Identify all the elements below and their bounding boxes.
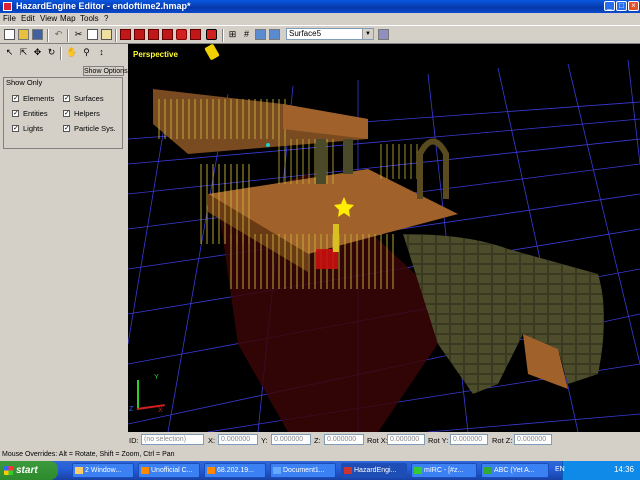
transform-bar: ID: (no selection) X: 0.000000 Y: 0.0000… [128,432,640,448]
chevron-down-icon[interactable]: ▼ [362,29,373,39]
elements-label: Elements [23,94,55,103]
save-icon[interactable] [32,29,43,40]
windows-flag-icon [4,466,13,475]
particle-sys-label: Particle Sys. [74,124,116,133]
select-arrow-icon[interactable]: ↖ [4,47,15,58]
entities-label: Entities [23,109,48,118]
left-tools: ↖ ⇱ ✥ ↻ ✋ ⚲ ↕ [0,44,128,62]
x-field[interactable]: 0.000000 [218,434,258,445]
undo-icon[interactable]: ↶ [53,29,64,40]
task-hazardengine[interactable]: HazardEngi... [341,463,407,478]
clock: 14:36 [613,465,634,474]
new-file-icon[interactable] [4,29,15,40]
rot-z-label: Rot Z: [492,436,513,445]
particle-sys-checkbox[interactable]: ✓ [63,125,70,132]
entities-checkbox[interactable]: ✓ [12,110,19,117]
move-icon[interactable]: ✥ [32,47,43,58]
menu-map[interactable]: Map [60,14,76,23]
window-title: HazardEngine Editor - endoftime2.hmap* [16,1,191,11]
brush-wedge-icon[interactable] [148,29,159,40]
id-field[interactable]: (no selection) [141,434,204,445]
copy-icon[interactable] [87,29,98,40]
viewport-label: Perspective [133,50,178,59]
perspective-viewport[interactable]: Y X Z [128,44,640,432]
zoom-icon[interactable]: ⚲ [81,47,92,58]
lights-label: Lights [23,124,44,133]
helpers-label: Helpers [74,109,100,118]
axis-x-label: X [158,407,163,414]
task-abc[interactable]: ABC (Yet A... [481,463,549,478]
task-windows[interactable]: 2 Window... [72,463,134,478]
elements-checkbox[interactable]: ✓ [12,95,19,102]
brush-box-icon[interactable] [120,29,131,40]
axis-y-label: Y [154,374,159,381]
rot-y-label: Rot Y: [428,436,449,445]
task-unofficial[interactable]: Unofficial C... [138,463,200,478]
app-icon [3,2,12,11]
axis-z-label: Z [129,406,134,413]
language-indicator[interactable]: EN [555,466,565,473]
task-ip[interactable]: 68.202.19... [204,463,266,478]
surface-select[interactable]: Surface5 ▼ [286,28,374,40]
menu-file[interactable]: File [3,14,16,23]
y-field[interactable]: 0.000000 [271,434,311,445]
menu-tools[interactable]: Tools [80,14,99,23]
show-options-button[interactable]: Show Options [83,66,128,76]
z-label: Z: [314,436,321,445]
fly-icon[interactable]: ↕ [96,47,107,58]
layers-icon[interactable] [269,29,280,40]
task-document[interactable]: Document1... [270,463,336,478]
rot-x-field[interactable]: 0.000000 [387,434,425,445]
z-field[interactable]: 0.000000 [324,434,364,445]
snap-icon[interactable]: ⊞ [227,29,238,40]
show-only-title: Show Only [6,78,43,87]
menu-help[interactable]: ? [104,14,108,23]
rot-z-field[interactable]: 0.000000 [514,434,552,445]
rotate-icon[interactable]: ↻ [46,47,57,58]
surface-select-value: Surface5 [289,29,322,38]
menu-view[interactable]: View [40,14,57,23]
minimize-button[interactable]: _ [604,1,615,11]
system-tray: EN 14:36 [555,461,640,480]
start-button[interactable]: start [0,461,58,480]
y-label: Y: [261,436,268,445]
surfaces-label: Surfaces [74,94,104,103]
brush-cone-icon[interactable] [162,29,173,40]
helpers-checkbox[interactable]: ✓ [63,110,70,117]
apply-surface-icon[interactable] [378,29,389,40]
brush-sphere-icon[interactable] [176,29,187,40]
select-plus-icon[interactable]: ⇱ [18,47,29,58]
close-button[interactable]: × [628,1,639,11]
start-label: start [16,465,38,476]
pan-hand-icon[interactable]: ✋ [66,47,77,58]
surfaces-checkbox[interactable]: ✓ [63,95,70,102]
title-bar: HazardEngine Editor - endoftime2.hmap* _… [0,0,640,13]
maximize-button[interactable]: □ [616,1,627,11]
menu-bar: File Edit View Map Tools ? [0,13,640,25]
scene-render [128,59,640,432]
cut-icon[interactable]: ✂ [73,29,84,40]
open-folder-icon[interactable] [18,29,29,40]
lights-checkbox[interactable]: ✓ [12,125,19,132]
rot-y-field[interactable]: 0.000000 [450,434,488,445]
rot-x-label: Rot X: [367,436,388,445]
grid-icon[interactable]: # [241,29,252,40]
paste-icon[interactable] [101,29,112,40]
brush-stairs-icon[interactable] [190,29,201,40]
view-icon[interactable] [255,29,266,40]
brush-arch-icon[interactable] [206,29,217,40]
menu-edit[interactable]: Edit [21,14,35,23]
brush-cylinder-icon[interactable] [134,29,145,40]
status-bar: Mouse Overrides: Alt = Rotate, Shift = Z… [2,451,175,458]
task-mirc[interactable]: mIRC - [#z... [411,463,477,478]
id-label: ID: [129,436,139,445]
x-label: X: [208,436,216,445]
